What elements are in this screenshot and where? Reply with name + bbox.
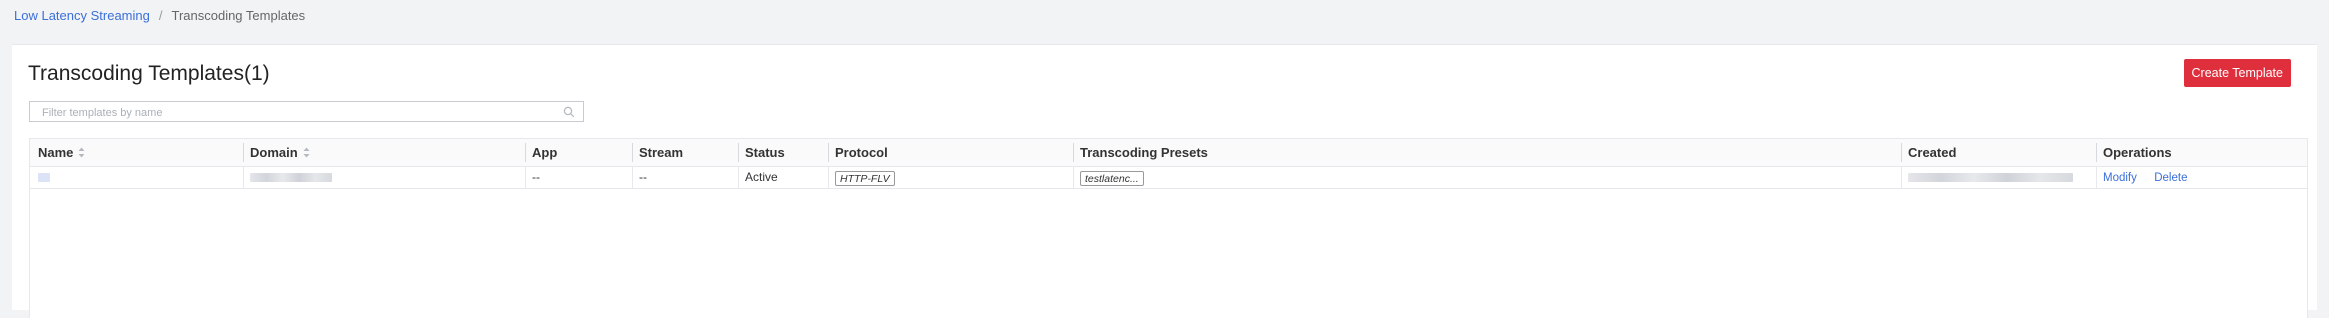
table-header: Name Domain App Stream Status Protocol T… <box>30 139 2307 167</box>
breadcrumb-separator: / <box>158 8 163 23</box>
cell-created <box>1901 167 2073 188</box>
column-divider <box>828 143 829 162</box>
breadcrumb-link-low-latency-streaming[interactable]: Low Latency Streaming <box>14 8 150 24</box>
cell-divider <box>828 167 829 188</box>
cell-divider <box>1073 167 1074 188</box>
column-label: Transcoding Presets <box>1080 145 1208 160</box>
cell-divider <box>243 167 244 188</box>
cell-stream: -- <box>632 167 647 188</box>
column-label: Name <box>38 145 74 160</box>
column-header-protocol: Protocol <box>828 139 888 166</box>
column-label: App <box>532 145 558 160</box>
cell-app: -- <box>525 167 540 188</box>
cell-name[interactable] <box>38 167 50 188</box>
cell-divider <box>632 167 633 188</box>
column-divider <box>632 143 633 162</box>
cell-app-value: -- <box>532 170 540 184</box>
delete-link[interactable]: Delete <box>2154 172 2187 184</box>
column-divider <box>1073 143 1074 162</box>
column-divider <box>738 143 739 162</box>
column-label: Operations <box>2103 145 2172 160</box>
column-divider <box>2096 143 2097 162</box>
cell-domain <box>243 167 332 188</box>
column-label: Stream <box>639 145 684 160</box>
column-divider <box>525 143 526 162</box>
main-panel: Transcoding Templates(1) Create Template… <box>12 44 2317 318</box>
column-label: Created <box>1908 145 1957 160</box>
cell-divider <box>1901 167 1902 188</box>
column-header-transcoding-presets: Transcoding Presets <box>1073 139 1208 166</box>
modify-link[interactable]: Modify <box>2103 172 2137 184</box>
cell-status: Active <box>738 167 778 188</box>
column-header-operations: Operations <box>2096 139 2172 166</box>
preset-tag: testlatenc... <box>1080 171 1144 187</box>
search-icon[interactable] <box>563 106 575 118</box>
breadcrumb: Low Latency Streaming / Transcoding Temp… <box>14 8 305 24</box>
sort-icon[interactable] <box>78 147 85 158</box>
cell-divider <box>2096 167 2097 188</box>
cell-transcoding-presets: testlatenc... <box>1073 167 1144 188</box>
sort-icon[interactable] <box>303 147 310 158</box>
status-text: Active <box>745 170 778 184</box>
breadcrumb-current: Transcoding Templates <box>171 8 306 23</box>
redacted-name[interactable] <box>38 173 50 183</box>
column-divider <box>243 143 244 162</box>
column-header-app: App <box>525 139 558 166</box>
cell-divider <box>738 167 739 188</box>
column-header-domain[interactable]: Domain <box>243 139 310 166</box>
search-input[interactable] <box>40 104 564 121</box>
cell-protocol: HTTP-FLV <box>828 167 895 188</box>
column-header-created: Created <box>1901 139 1957 166</box>
column-label: Protocol <box>835 145 888 160</box>
cell-stream-value: -- <box>639 170 647 184</box>
redacted-created <box>1908 173 2073 183</box>
table-row: -- -- Active HTTP-FLV testlatenc... Modi… <box>30 167 2307 189</box>
column-label: Domain <box>250 145 298 160</box>
column-header-name[interactable]: Name <box>38 139 85 166</box>
redacted-domain <box>250 173 332 183</box>
protocol-tag: HTTP-FLV <box>835 171 895 187</box>
column-header-stream: Stream <box>632 139 684 166</box>
column-header-status: Status <box>738 139 785 166</box>
column-divider <box>1901 143 1902 162</box>
page-title: Transcoding Templates(1) <box>28 62 270 85</box>
cell-divider <box>525 167 526 188</box>
templates-table: Name Domain App Stream Status Protocol T… <box>29 138 2308 318</box>
search-box <box>29 101 584 122</box>
cell-operations: Modify Delete <box>2096 167 2201 188</box>
column-label: Status <box>745 145 785 160</box>
create-template-button[interactable]: Create Template <box>2183 59 2291 87</box>
